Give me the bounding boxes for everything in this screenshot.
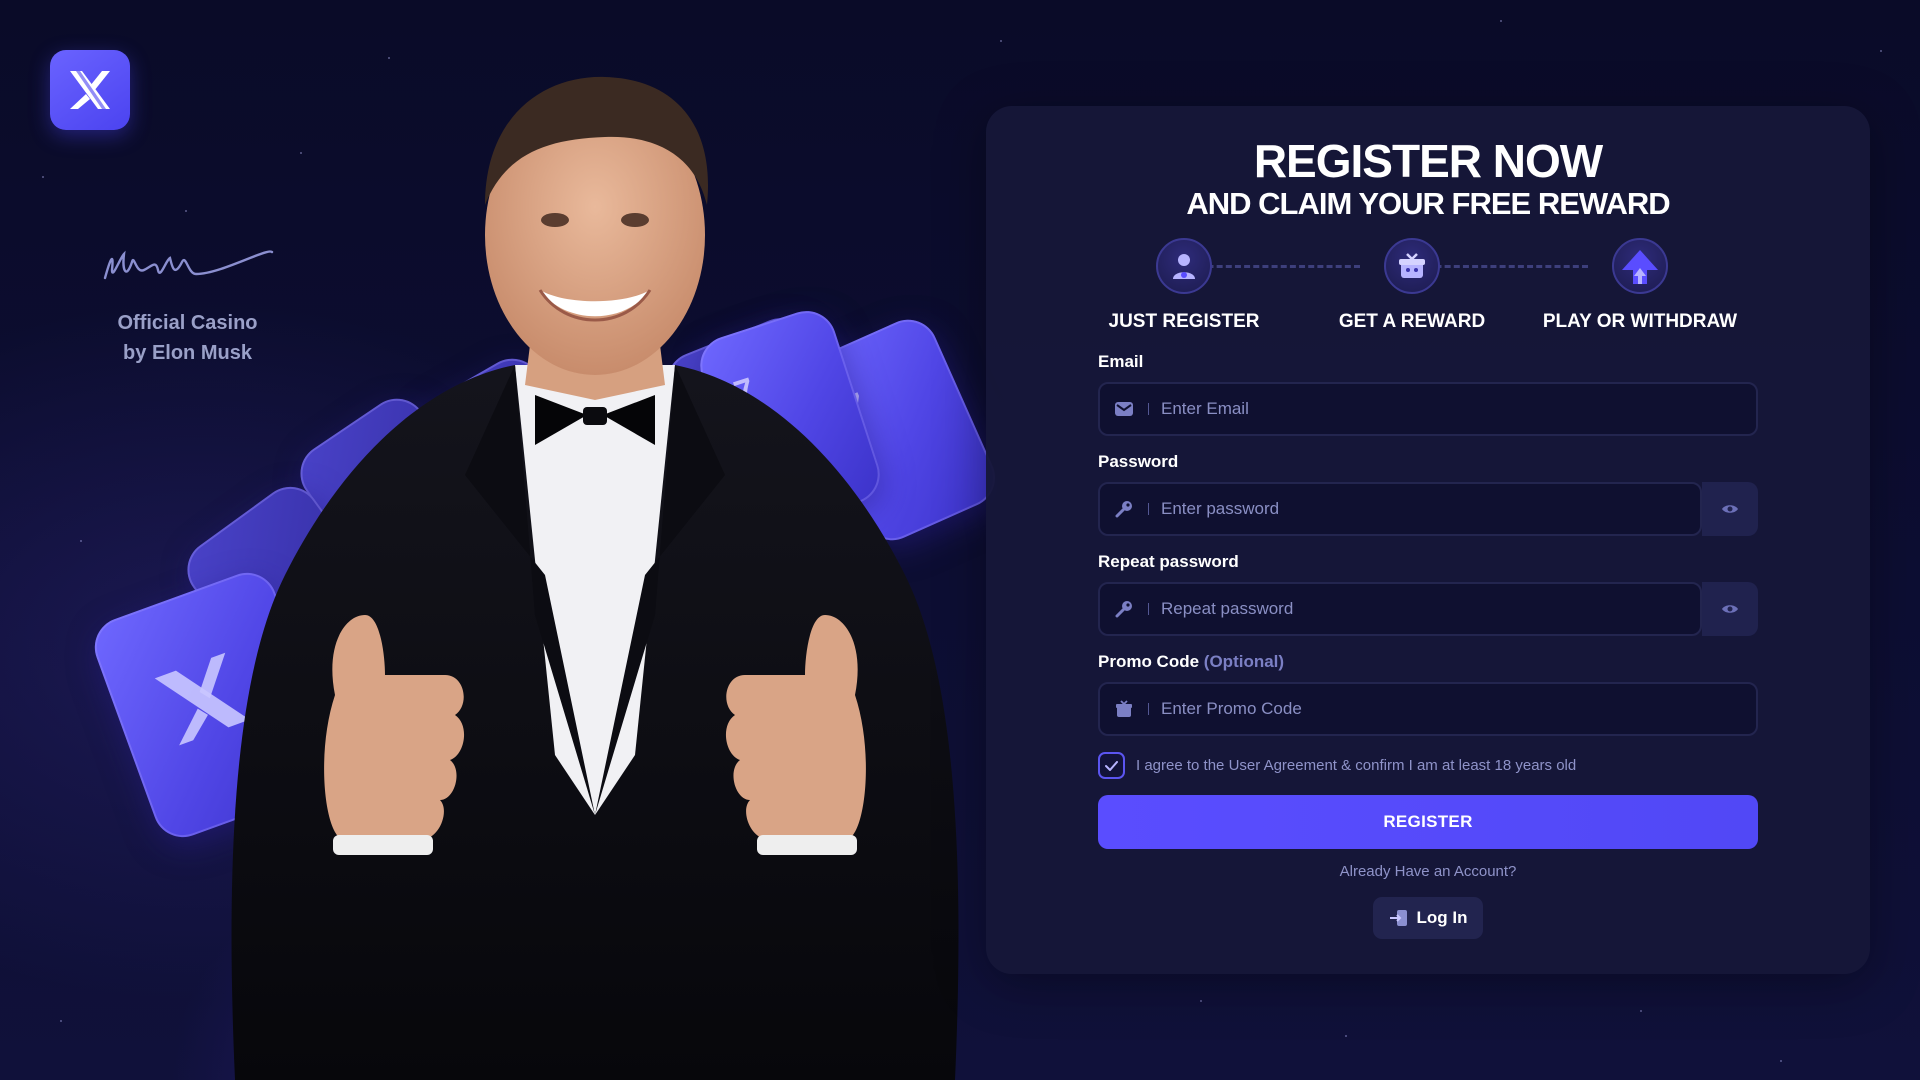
- registration-page: Official Casino by Elon Musk 7 7: [0, 0, 1920, 1080]
- eye-icon: [1722, 505, 1738, 513]
- gift-icon: [1100, 700, 1148, 718]
- repeat-password-label: Repeat password: [1098, 552, 1239, 571]
- login-icon: [1389, 910, 1407, 926]
- reward-steps: JUST REGISTER GET A REWARD PLAY OR WITHD…: [1096, 238, 1760, 338]
- email-field-container: [1098, 382, 1758, 436]
- password-input[interactable]: [1161, 484, 1700, 534]
- key-icon: [1100, 500, 1148, 518]
- promo-field-container: [1098, 682, 1758, 736]
- email-label: Email: [1098, 352, 1144, 371]
- already-have-account-text: Already Have an Account?: [1339, 863, 1517, 880]
- input-separator: [1148, 403, 1149, 415]
- promo-code-label: Promo Code (Optional): [1098, 652, 1284, 672]
- gift-icon: [1399, 253, 1425, 278]
- arrow-up-icon: [1622, 250, 1658, 284]
- checkmark-icon: [1105, 760, 1118, 771]
- step-register-label: JUST REGISTER: [1108, 311, 1260, 332]
- step-register-circle: [1156, 238, 1212, 294]
- registration-panel: REGISTER NOW AND CLAIM YOUR FREE REWARD …: [986, 106, 1870, 974]
- agreement-checkbox[interactable]: [1098, 752, 1125, 779]
- repeat-password-input[interactable]: [1161, 584, 1700, 634]
- login-button-label: Log In: [1416, 908, 1468, 927]
- x-logo-icon: [70, 71, 110, 109]
- key-icon: [1100, 600, 1148, 618]
- promo-code-label-text: Promo Code: [1098, 652, 1200, 671]
- password-label: Password: [1098, 452, 1179, 471]
- show-repeat-password-button[interactable]: [1702, 582, 1758, 636]
- input-separator: [1148, 703, 1149, 715]
- eye-icon: [1722, 605, 1738, 613]
- promo-code-input[interactable]: [1161, 684, 1756, 734]
- step-withdraw-label: PLAY OR WITHDRAW: [1542, 311, 1738, 332]
- email-input[interactable]: [1161, 384, 1756, 434]
- spokesperson-image: [231, 76, 959, 1080]
- register-subtitle: AND CLAIM YOUR FREE REWARD: [1186, 186, 1670, 221]
- input-separator: [1148, 603, 1149, 615]
- password-field-container: [1098, 482, 1702, 536]
- user-icon: [1173, 254, 1195, 279]
- step-reward-circle: [1384, 238, 1440, 294]
- input-separator: [1148, 503, 1149, 515]
- step-reward-label: GET A REWARD: [1338, 311, 1486, 332]
- step-withdraw-circle: [1612, 238, 1668, 294]
- agreement-text[interactable]: I agree to the User Agreement & confirm …: [1136, 757, 1576, 774]
- repeat-password-field-container: [1098, 582, 1702, 636]
- promo-code-optional: (Optional): [1203, 652, 1285, 671]
- agreement-row: I agree to the User Agreement & confirm …: [1098, 752, 1576, 779]
- show-password-button[interactable]: [1702, 482, 1758, 536]
- login-button[interactable]: Log In: [1373, 897, 1483, 939]
- register-title: REGISTER NOW: [1253, 135, 1603, 187]
- brand-logo[interactable]: [50, 50, 130, 130]
- mail-icon: [1100, 402, 1148, 416]
- register-button[interactable]: REGISTER: [1098, 795, 1758, 849]
